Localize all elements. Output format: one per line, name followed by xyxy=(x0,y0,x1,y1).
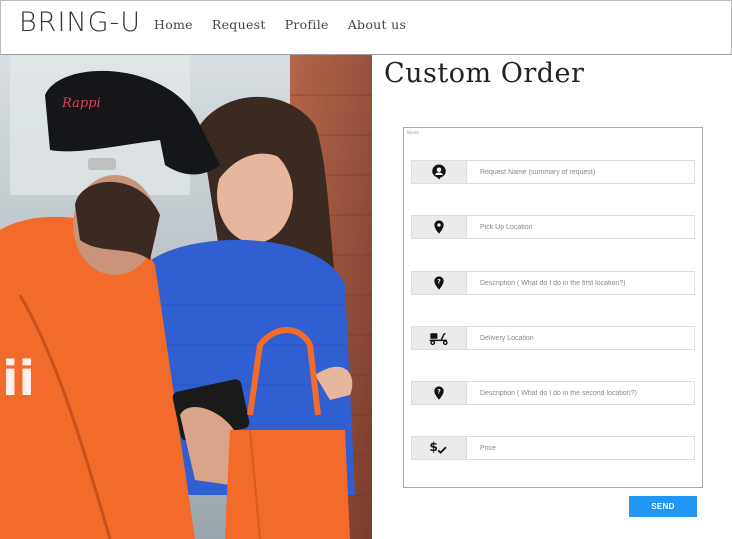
cap-logo: Rappi xyxy=(61,96,101,111)
svg-text:?: ? xyxy=(437,388,441,395)
hero-photo: ii Rappi xyxy=(0,55,372,539)
delivery-location-input[interactable] xyxy=(466,326,695,350)
nav-links: Home Request Profile About us xyxy=(154,17,425,32)
question-pin-icon: ? xyxy=(411,381,466,405)
nav-item-about-us[interactable]: About us xyxy=(348,17,406,32)
hero-illustration: ii Rappi xyxy=(0,55,372,539)
pickup-location-input[interactable] xyxy=(466,215,695,239)
nav-item-profile[interactable]: Profile xyxy=(285,17,329,32)
nav-item-home[interactable]: Home xyxy=(154,17,193,32)
svg-text:ii: ii xyxy=(2,351,35,407)
price-input[interactable] xyxy=(466,436,695,460)
delivery-location-row xyxy=(411,326,695,350)
scooter-icon xyxy=(411,326,466,350)
page-title: Custom Order xyxy=(384,58,585,89)
request-name-input[interactable] xyxy=(466,160,695,184)
first-description-input[interactable] xyxy=(466,271,695,295)
custom-order-form: Name ? ? $ xyxy=(403,127,703,488)
user-pin-icon xyxy=(411,160,466,184)
location-pin-icon xyxy=(411,215,466,239)
form-legend: Name xyxy=(407,130,419,135)
second-description-input[interactable] xyxy=(466,381,695,405)
second-description-row: ? xyxy=(411,381,695,405)
svg-text:?: ? xyxy=(437,278,441,285)
brand-logo[interactable]: BRING-U xyxy=(19,7,141,38)
price-row: $ xyxy=(411,436,695,460)
question-pin-icon: ? xyxy=(411,271,466,295)
pickup-location-row xyxy=(411,215,695,239)
send-button[interactable]: SEND xyxy=(629,496,697,517)
svg-text:$: $ xyxy=(429,440,438,454)
request-name-row xyxy=(411,160,695,184)
nav-item-request[interactable]: Request xyxy=(212,17,266,32)
first-description-row: ? xyxy=(411,271,695,295)
top-navbar: BRING-U Home Request Profile About us xyxy=(0,0,732,55)
price-check-icon: $ xyxy=(411,436,466,460)
